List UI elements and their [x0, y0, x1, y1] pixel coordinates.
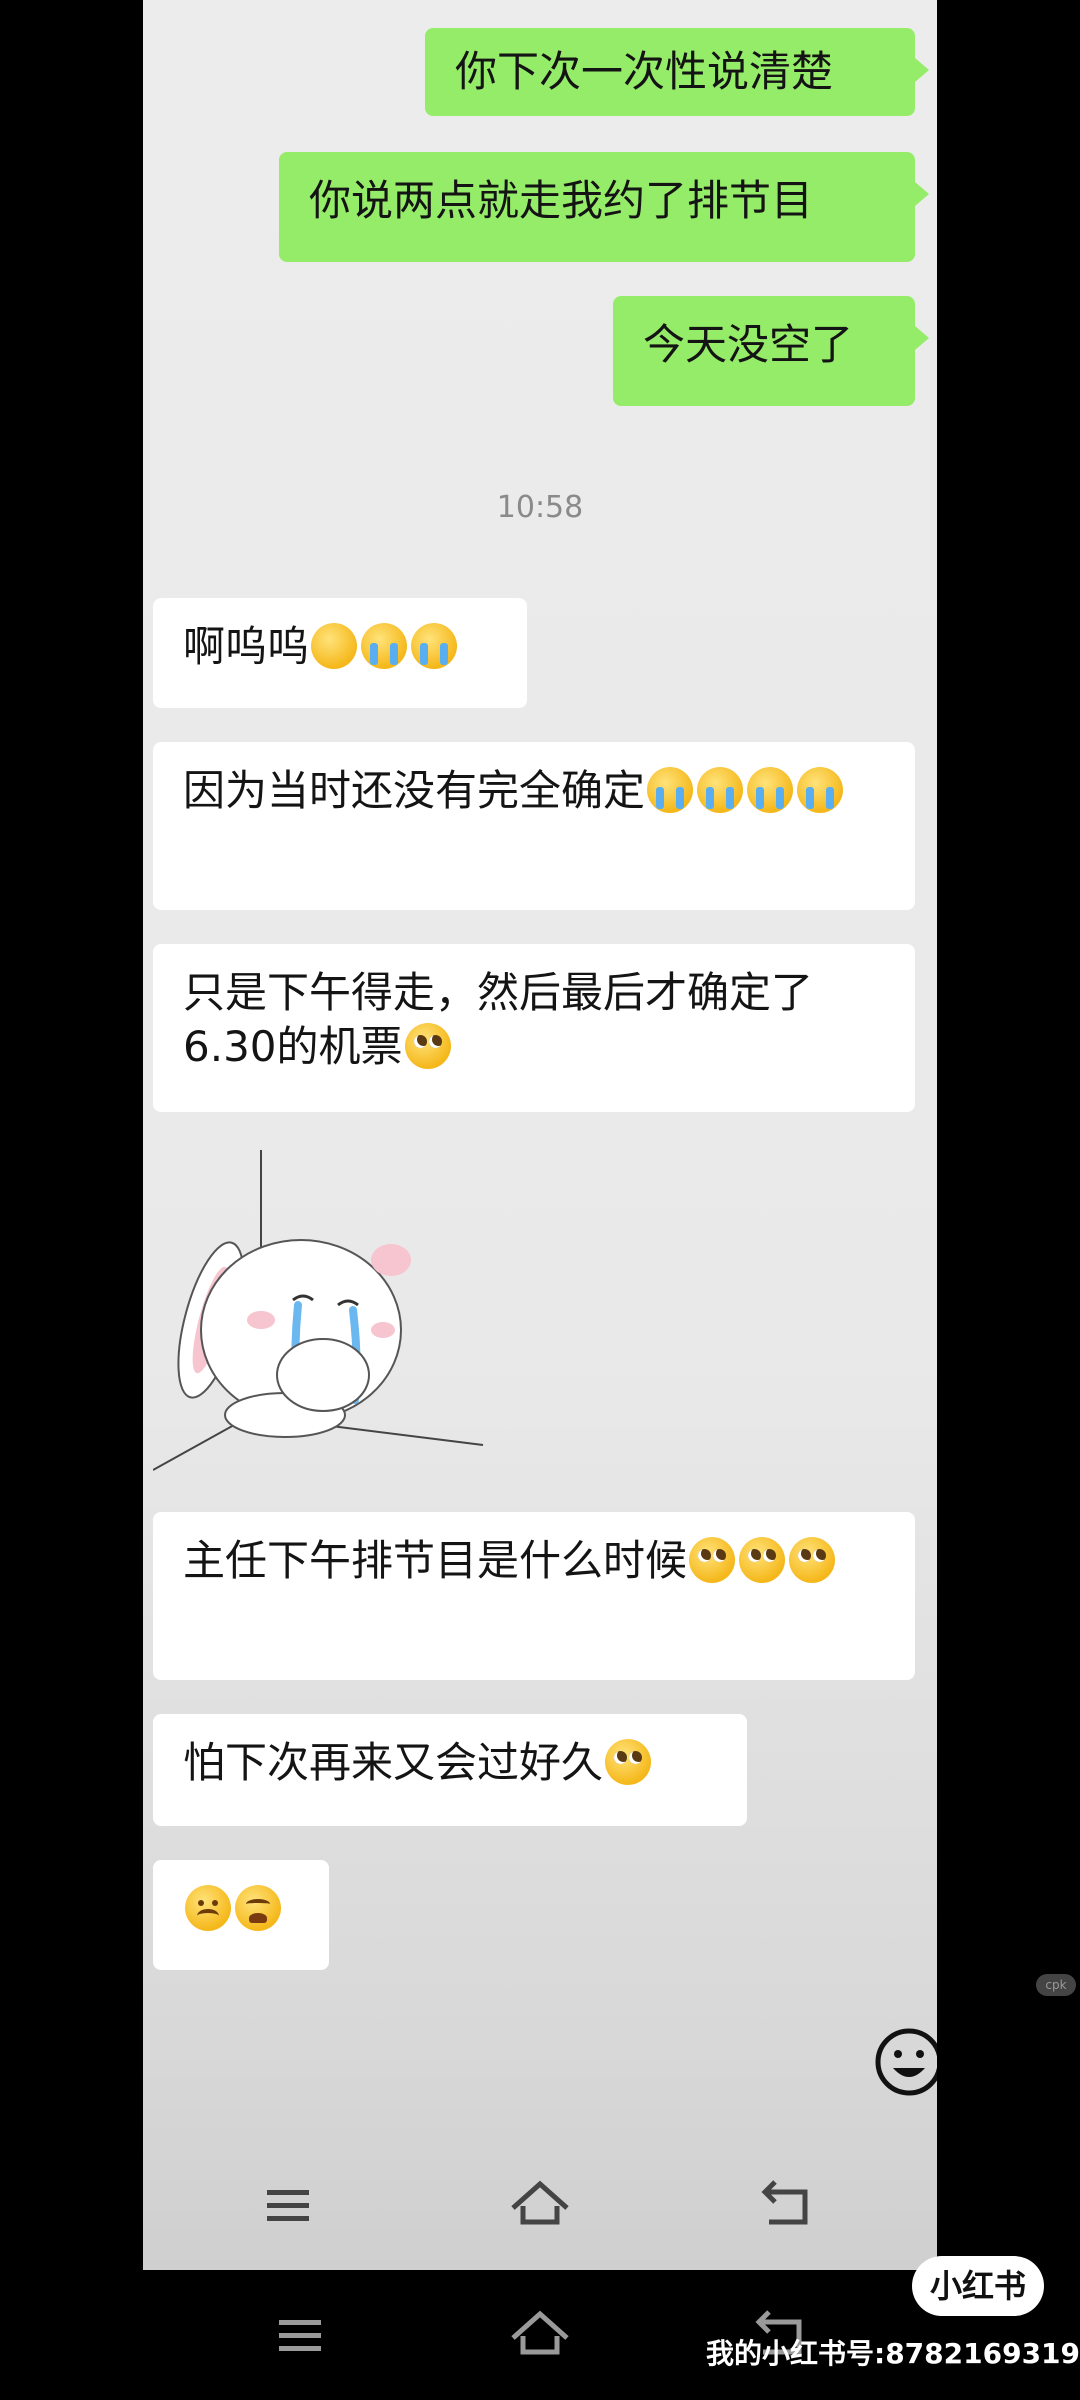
back-icon[interactable]	[751, 2170, 821, 2240]
frowning-icon	[185, 1885, 231, 1931]
watermark-id-text: 我的小红书号:8782169319	[706, 2337, 1080, 2370]
message-text: 今天没空了	[643, 320, 854, 369]
message-timestamp: 10:58	[496, 490, 584, 525]
pleading-icon	[739, 1537, 786, 1583]
pleading-icon	[404, 1023, 451, 1069]
message-text: 因为当时还没有完全确定	[183, 766, 646, 815]
corner-badge: cpk	[1036, 1974, 1076, 1996]
sob-icon	[697, 767, 744, 813]
sob-icon	[647, 767, 694, 813]
outgoing-message[interactable]: 你说两点就走我约了排节目	[279, 152, 929, 262]
pleading-icon	[605, 1739, 652, 1785]
home-icon[interactable]	[505, 2170, 575, 2240]
crying-bunny-sticker[interactable]	[152, 1140, 493, 1480]
incoming-message[interactable]: 只是下午得走，然后最后才确定了6.30的机票	[153, 944, 915, 1112]
incoming-message[interactable]: 啊呜呜	[153, 598, 527, 708]
message-text: 主任下午排节目是什么时候	[183, 1536, 688, 1585]
weary-icon	[235, 1885, 281, 1931]
message-input[interactable]	[153, 2008, 843, 2098]
pleading-icon	[689, 1537, 736, 1583]
message-text: 啊呜呜	[183, 622, 310, 671]
message-text: 你下次一次性说清楚	[455, 47, 834, 96]
input-bar	[143, 1990, 937, 2100]
message-text: 你说两点就走我约了排节目	[309, 176, 814, 225]
sob-icon	[747, 767, 794, 813]
message-text: 只是下午得走，然后最后才确定了6.30的机票	[183, 968, 814, 1071]
home-icon[interactable]	[505, 2300, 575, 2370]
tear-smile-icon	[311, 623, 358, 669]
xiaohongshu-logo: 小红书	[912, 2256, 1044, 2316]
sob-icon	[361, 623, 408, 669]
incoming-message[interactable]: 主任下午排节目是什么时候	[153, 1512, 915, 1680]
inner-navigation-bar	[143, 2160, 937, 2250]
incoming-message[interactable]	[153, 1860, 329, 1970]
sob-icon	[797, 767, 844, 813]
outgoing-message[interactable]: 你下次一次性说清楚	[425, 28, 929, 116]
pleading-icon	[789, 1537, 836, 1583]
smile-icon[interactable]	[873, 2026, 937, 2098]
menu-icon[interactable]	[265, 2300, 335, 2370]
incoming-message[interactable]: 因为当时还没有完全确定	[153, 742, 915, 910]
message-text: 怕下次再来又会过好久	[183, 1738, 604, 1787]
incoming-message[interactable]: 怕下次再来又会过好久	[153, 1714, 747, 1826]
menu-icon[interactable]	[253, 2170, 323, 2240]
sob-icon	[411, 623, 458, 669]
chat-screen: 你下次一次性说清楚 你说两点就走我约了排节目 今天没空了 10:58 啊呜呜 因…	[143, 0, 937, 2270]
outgoing-message[interactable]: 今天没空了	[613, 296, 929, 406]
